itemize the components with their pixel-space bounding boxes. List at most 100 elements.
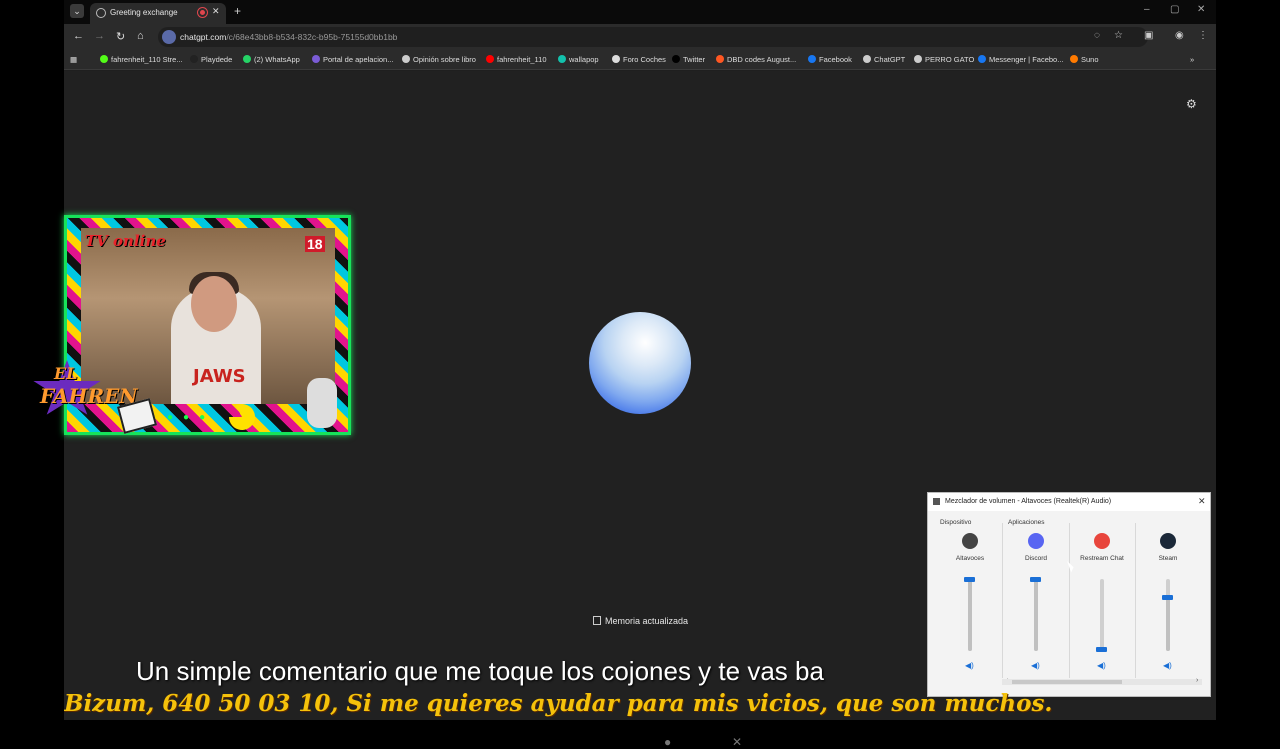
- channel-label: Steam: [1158, 555, 1178, 562]
- volume-slider-thumb[interactable]: [1096, 646, 1107, 652]
- shirt-text: JAWS: [193, 366, 246, 387]
- forward-button[interactable]: →: [94, 30, 105, 42]
- bookmark-item[interactable]: ChatGPT: [863, 55, 905, 64]
- bookmark-item[interactable]: Playdede: [190, 55, 232, 64]
- memory-text: Memoria actualizada: [605, 616, 689, 626]
- channel-logo: EL FAHREN: [32, 360, 158, 440]
- bookmark-label: PERRO GATO: [925, 55, 975, 64]
- bookmark-label: Suno: [1081, 55, 1099, 64]
- mic-control-icon[interactable]: ●: [664, 735, 671, 749]
- bookmark-item[interactable]: fahrenheit_110: [486, 55, 547, 64]
- mixer-separator: [1002, 523, 1003, 678]
- tab-active[interactable]: Greeting exchange ✕: [90, 3, 226, 24]
- bookmark-favicon-icon: [808, 55, 816, 63]
- scrollbar-thumb[interactable]: [1012, 680, 1122, 684]
- address-bar[interactable]: chatgpt.com/c/68e43bb8-b534-832c-b95b-75…: [158, 27, 1148, 47]
- minimize-button[interactable]: –: [1144, 4, 1150, 15]
- chatgpt-favicon-icon: [96, 8, 106, 18]
- close-window-button[interactable]: ✕: [1197, 4, 1205, 15]
- bookmark-item[interactable]: Portal de apelacion...: [312, 55, 393, 64]
- bookmark-item[interactable]: Facebook: [808, 55, 852, 64]
- mute-speaker-icon[interactable]: ◀): [1163, 661, 1172, 670]
- bookmark-label: wallapop: [569, 55, 599, 64]
- apps-header: Aplicaciones: [1008, 519, 1045, 526]
- site-info-icon[interactable]: [162, 30, 176, 44]
- bookmark-favicon-icon: [716, 55, 724, 63]
- mute-speaker-icon[interactable]: ◀): [1031, 661, 1040, 670]
- bookmark-favicon-icon: [402, 55, 410, 63]
- bookmark-favicon-icon: [190, 55, 198, 63]
- bookmark-item[interactable]: fahrenheit_110 Stre...: [100, 55, 183, 64]
- bookmark-item[interactable]: Messenger | Facebo...: [978, 55, 1063, 64]
- channel-label: Restream Chat: [1080, 555, 1124, 562]
- bookmark-item[interactable]: Suno: [1070, 55, 1099, 64]
- url-text: chatgpt.com/c/68e43bb8-b534-832c-b95b-75…: [180, 32, 398, 42]
- app-icon: [1094, 533, 1110, 549]
- app-icon: [962, 533, 978, 549]
- bookmark-favicon-icon: [486, 55, 494, 63]
- home-button[interactable]: ⌂: [137, 30, 144, 42]
- speaker-app-icon: [933, 498, 940, 505]
- mixer-channel: Steam ◀): [1138, 533, 1198, 678]
- astronaut-icon: [307, 378, 337, 428]
- extensions-icon[interactable]: ▣: [1144, 30, 1153, 41]
- bookmark-item[interactable]: Foro Coches: [612, 55, 666, 64]
- bookmark-item[interactable]: PERRO GATO: [914, 55, 974, 64]
- recording-indicator-icon: [198, 8, 207, 17]
- maximize-button[interactable]: ▢: [1170, 4, 1179, 15]
- bookmark-label: Foro Coches: [623, 55, 666, 64]
- bookmarks-bar: ▦ » fahrenheit_110 Stre... Playdede (2) Wh…: [64, 50, 1216, 70]
- volume-slider-fill: [1034, 579, 1038, 651]
- volume-slider-track[interactable]: [1100, 579, 1104, 651]
- sliders-icon[interactable]: ⚙: [1186, 97, 1200, 111]
- bookmark-item[interactable]: (2) WhatsApp: [243, 55, 300, 64]
- bookmark-favicon-icon: [978, 55, 986, 63]
- tab-close-button[interactable]: ✕: [212, 6, 220, 17]
- bookmark-item[interactable]: Twitter: [672, 55, 705, 64]
- mute-speaker-icon[interactable]: ◀): [965, 661, 974, 670]
- tab-title: Greeting exchange: [110, 8, 178, 17]
- star-icon[interactable]: ☆: [1114, 30, 1123, 41]
- bookmark-favicon-icon: [672, 55, 680, 63]
- mute-speaker-icon[interactable]: ◀): [1097, 661, 1106, 670]
- donation-ticker: Bizum, 640 50 03 10, Si me quieres ayuda…: [64, 690, 1053, 717]
- app-icon: [1028, 533, 1044, 549]
- pacman-icon: [224, 399, 260, 435]
- eye-off-icon[interactable]: ◌: [1094, 30, 1100, 41]
- mixer-close-button[interactable]: ✕: [1198, 496, 1206, 507]
- tab-search-button[interactable]: ⌄: [70, 4, 84, 18]
- bookmark-favicon-icon: [1070, 55, 1078, 63]
- pacman-dots: ●●●: [167, 412, 216, 423]
- end-call-icon[interactable]: ✕: [732, 735, 742, 749]
- app-icon: [1160, 533, 1176, 549]
- back-button[interactable]: ←: [73, 30, 84, 42]
- volume-slider-fill: [1166, 597, 1170, 651]
- profile-icon[interactable]: ◉: [1175, 30, 1184, 41]
- channel-label: Altavoces: [955, 555, 985, 562]
- age-rating-badge: 18: [305, 236, 325, 252]
- bookmark-label: Opinión sobre libro: [413, 55, 476, 64]
- bookmark-favicon-icon: [100, 55, 108, 63]
- volume-slider-thumb[interactable]: [1162, 595, 1173, 600]
- volume-slider-thumb[interactable]: [1030, 577, 1041, 582]
- tv-online-label: TV online: [85, 232, 166, 250]
- bookmark-label: fahrenheit_110: [497, 55, 547, 64]
- bookmark-item[interactable]: Opinión sobre libro: [402, 55, 476, 64]
- volume-slider-thumb[interactable]: [964, 577, 975, 582]
- bookmark-label: Playdede: [201, 55, 233, 64]
- more-icon[interactable]: ⋮: [1198, 30, 1208, 41]
- tab-bar: ⌄ Greeting exchange ✕ + – ▢ ✕: [64, 0, 1216, 24]
- reload-button[interactable]: ↻: [116, 30, 125, 43]
- bookmark-item[interactable]: DBD codes August...: [716, 55, 796, 64]
- mixer-channel: Altavoces ◀): [940, 533, 1000, 678]
- scroll-right-icon[interactable]: ›: [1196, 677, 1198, 684]
- new-tab-button[interactable]: +: [234, 4, 241, 18]
- more-bookmarks-icon[interactable]: »: [1190, 55, 1194, 64]
- mixer-channel: Restream Chat ◀): [1072, 533, 1132, 678]
- volume-slider-fill: [968, 579, 972, 651]
- apps-grid-icon[interactable]: ▦: [70, 55, 77, 64]
- subtitle-caption: Un simple comentario que me toque los co…: [136, 656, 824, 686]
- bookmark-item[interactable]: wallapop: [558, 55, 599, 64]
- bookmark-label: Twitter: [683, 55, 706, 64]
- bookmark-label: Messenger | Facebo...: [989, 55, 1064, 64]
